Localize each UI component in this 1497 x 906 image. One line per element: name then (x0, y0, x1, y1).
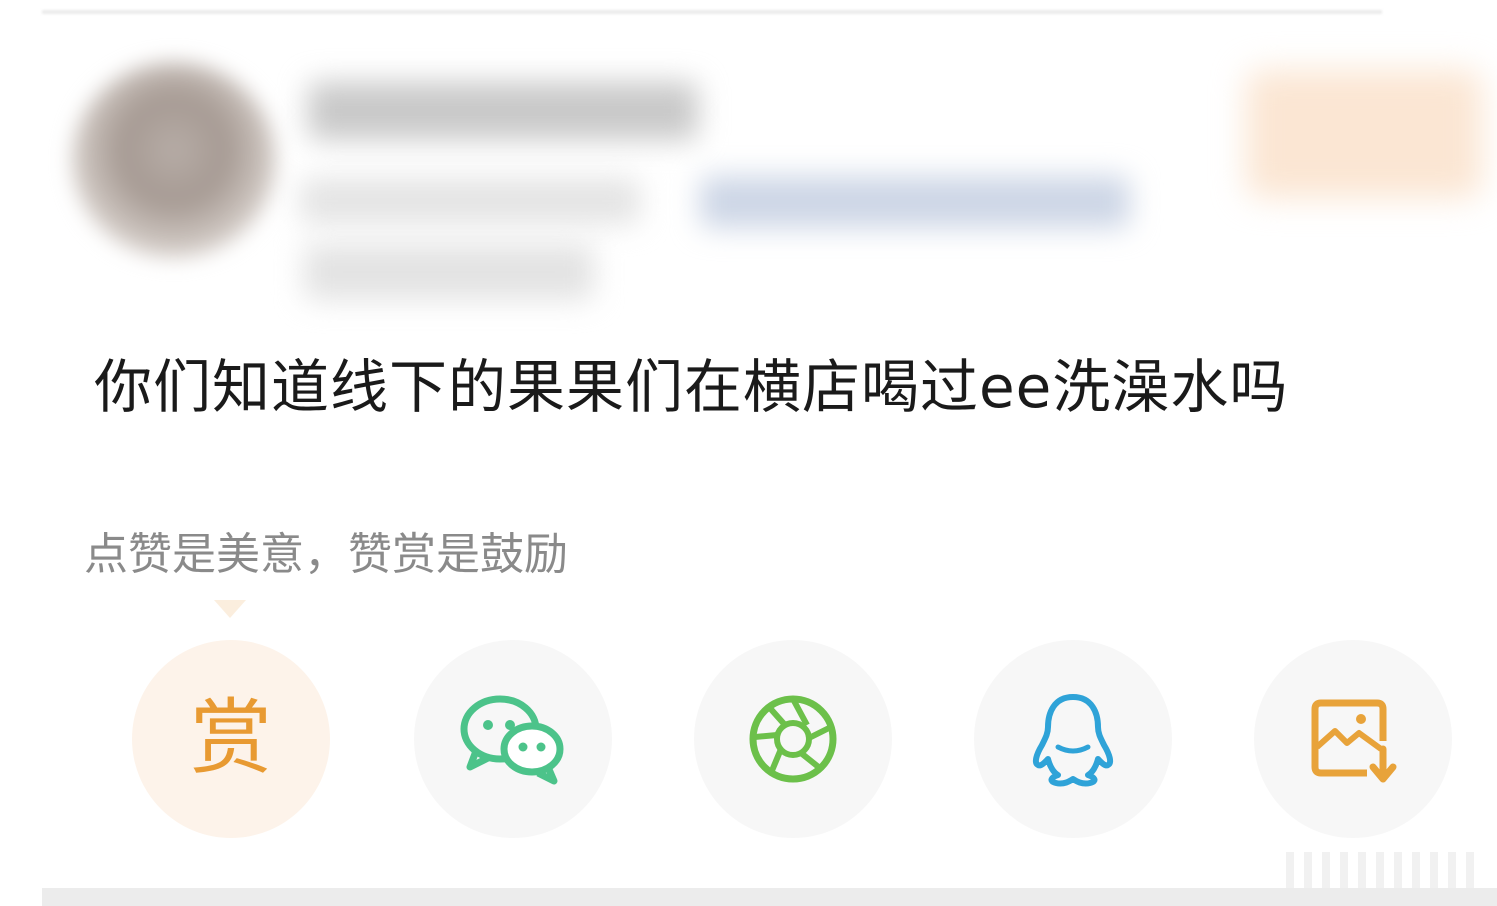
post-text: 你们知道线下的果果们在横店喝过ee洗澡水吗 (94, 353, 1289, 421)
wechat-icon (460, 695, 564, 785)
save-image-icon (1311, 699, 1397, 783)
reward-hint: 点赞是美意，赞赏是鼓励 (84, 529, 568, 580)
share-moments-button[interactable] (694, 640, 892, 838)
watermark (1286, 852, 1484, 888)
share-wechat-button[interactable] (414, 640, 612, 838)
qq-icon (1032, 694, 1114, 787)
author-name-blurred (308, 82, 698, 140)
reward-pointer (214, 600, 246, 618)
post-source-blurred (700, 176, 1130, 228)
top-divider (42, 10, 1382, 14)
post-share-screen: 你们知道线下的果果们在横店喝过ee洗澡水吗 点赞是美意，赞赏是鼓励 赏 (0, 0, 1497, 906)
post-time-blurred (304, 244, 594, 300)
share-action-row: 赏 (0, 640, 1497, 840)
bottom-divider (42, 888, 1497, 906)
moments-icon (749, 695, 837, 783)
reward-icon: 赏 (189, 691, 272, 786)
post-meta-blurred (300, 178, 640, 224)
avatar[interactable] (72, 62, 276, 258)
follow-button-blurred[interactable] (1246, 70, 1482, 198)
save-image-button[interactable] (1254, 640, 1452, 838)
share-qq-button[interactable] (974, 640, 1172, 838)
reward-button[interactable]: 赏 (132, 640, 330, 838)
